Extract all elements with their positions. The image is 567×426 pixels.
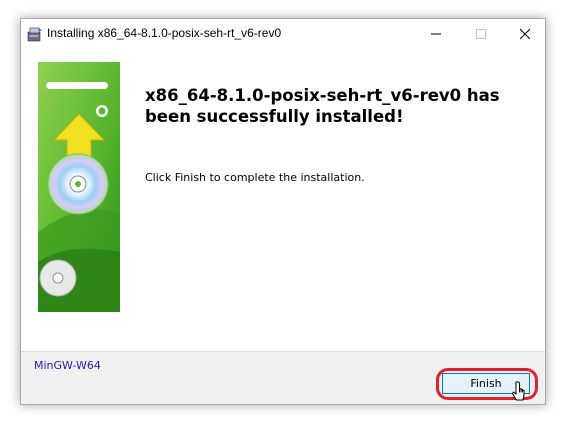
close-button[interactable] xyxy=(502,19,547,49)
close-icon xyxy=(519,29,530,39)
completion-heading: x86_64-8.1.0-posix-seh-rt_v6-rev0 has be… xyxy=(145,86,500,126)
pointer-cursor-icon xyxy=(512,381,525,401)
installer-window: Installing x86_64-8.1.0-posix-seh-rt_v6-… xyxy=(20,18,546,405)
minimize-icon xyxy=(430,33,441,35)
maximize-button[interactable] xyxy=(458,19,503,49)
installer-banner-image xyxy=(38,62,120,312)
title-bar[interactable]: Installing x86_64-8.1.0-posix-seh-rt_v6-… xyxy=(21,19,545,49)
installer-icon xyxy=(27,27,42,42)
footer-bar: MinGW-W64 Finish xyxy=(21,351,545,404)
completion-message: Click Finish to complete the installatio… xyxy=(145,171,365,184)
brand-label: MinGW-W64 xyxy=(34,359,101,372)
main-panel: x86_64-8.1.0-posix-seh-rt_v6-rev0 has be… xyxy=(21,49,545,351)
maximize-icon xyxy=(475,29,486,39)
window-title: Installing x86_64-8.1.0-posix-seh-rt_v6-… xyxy=(47,26,282,40)
minimize-button[interactable] xyxy=(413,19,458,49)
